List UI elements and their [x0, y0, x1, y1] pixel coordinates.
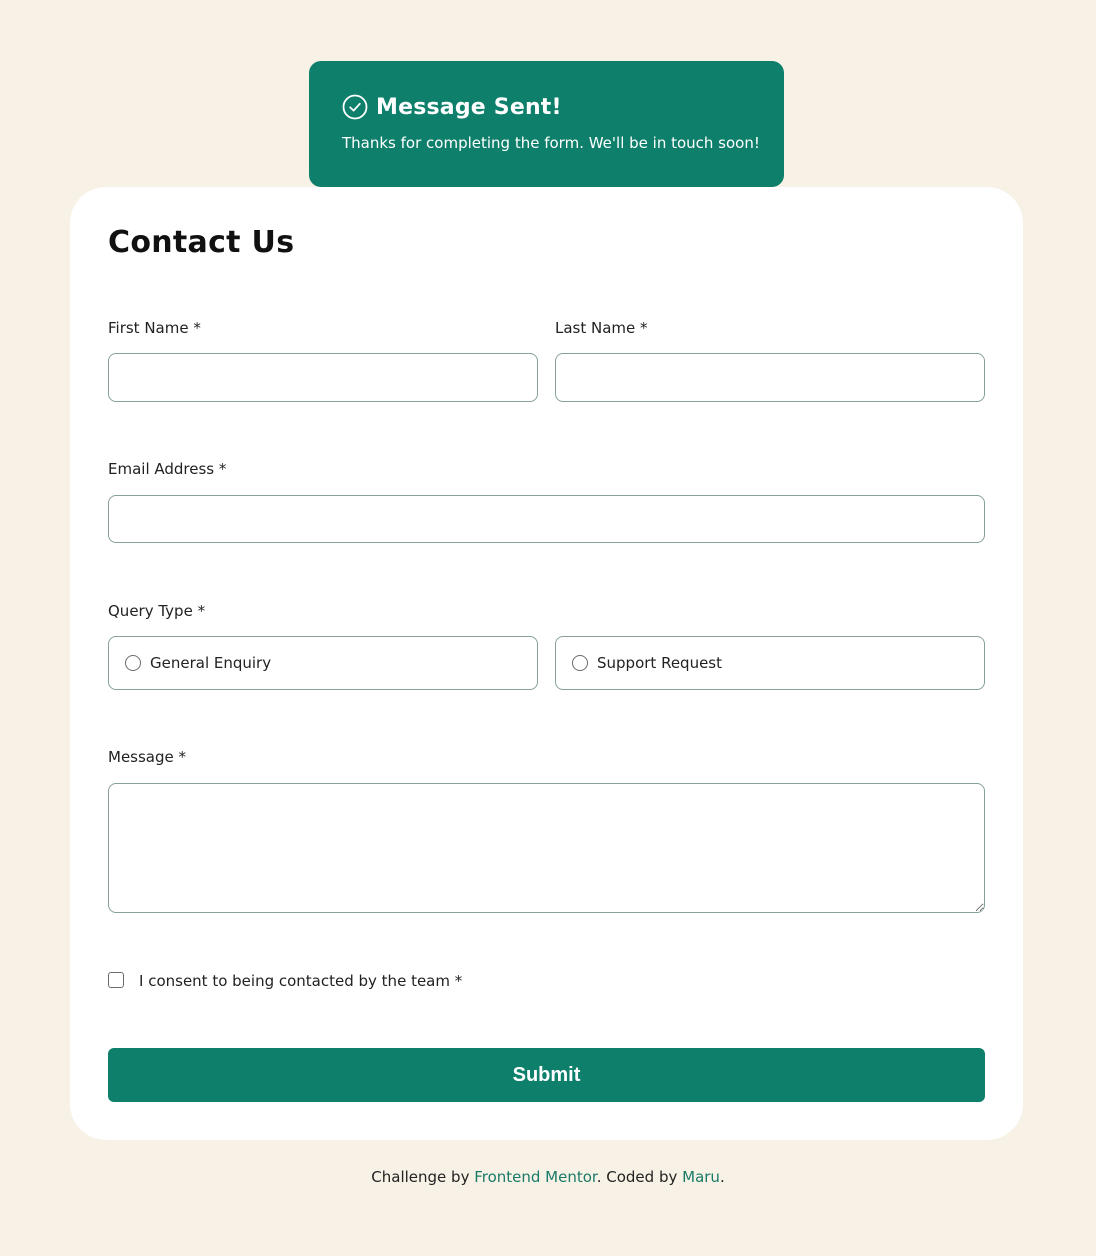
message-label: Message * — [108, 748, 187, 766]
toast-title: Message Sent! — [376, 94, 562, 120]
radio-general-enquiry[interactable]: General Enquiry — [108, 636, 538, 690]
attribution-footer: Challenge by Frontend Mentor. Coded by M… — [0, 1168, 1096, 1186]
toast-header: Message Sent! — [342, 93, 751, 121]
page-title: Contact Us — [108, 225, 295, 260]
toast-message: Thanks for completing the form. We'll be… — [342, 134, 760, 152]
consent-checkbox[interactable] — [108, 972, 124, 988]
last-name-label: Last Name * — [555, 319, 648, 337]
frontend-mentor-link[interactable]: Frontend Mentor — [474, 1168, 597, 1186]
footer-prefix: Challenge by — [371, 1168, 475, 1186]
query-type-label: Query Type * — [108, 602, 206, 620]
first-name-label: First Name * — [108, 319, 201, 337]
footer-suffix: . — [719, 1168, 725, 1186]
first-name-input[interactable] — [108, 353, 538, 402]
message-textarea[interactable] — [108, 783, 985, 913]
check-circle-icon — [342, 94, 368, 120]
email-input[interactable] — [108, 495, 985, 543]
radio-circle[interactable] — [125, 655, 141, 671]
radio-support-request-label: Support Request — [597, 654, 722, 672]
consent-label[interactable]: I consent to being contacted by the team… — [139, 972, 462, 990]
radio-general-enquiry-label: General Enquiry — [150, 654, 272, 672]
email-label: Email Address * — [108, 460, 227, 478]
radio-circle[interactable] — [572, 655, 588, 671]
contact-form-card: Contact Us First Name * Last Name * Emai… — [70, 187, 1023, 1140]
radio-support-request[interactable]: Support Request — [555, 636, 985, 690]
success-toast: Message Sent! Thanks for completing the … — [309, 61, 784, 187]
submit-button[interactable]: Submit — [108, 1048, 985, 1102]
author-link[interactable]: Maru — [682, 1168, 720, 1186]
last-name-input[interactable] — [555, 353, 985, 402]
footer-middle: . Coded by — [596, 1168, 683, 1186]
